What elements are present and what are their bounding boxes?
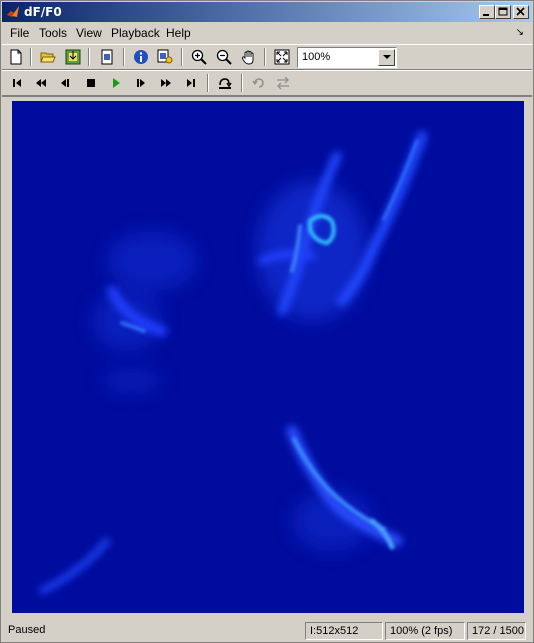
- zoom-out-icon: [216, 49, 232, 65]
- first-frame-button[interactable]: [7, 73, 27, 93]
- menu-bar: File Tools View Playback Help ↘: [2, 23, 532, 43]
- frame-image[interactable]: [12, 101, 524, 613]
- stop-button[interactable]: [81, 73, 101, 93]
- stop-icon: [87, 79, 95, 87]
- info-icon: [134, 50, 148, 64]
- open-folder-icon: [40, 52, 56, 63]
- frame-counter-cell: 172 / 1500: [467, 622, 526, 640]
- dock-arrow-icon[interactable]: ↘: [516, 27, 524, 38]
- main-toolbar: 100%: [2, 44, 532, 70]
- step-forward-button[interactable]: [131, 73, 151, 93]
- image-size-text: I:512x512: [310, 625, 359, 637]
- frame-counter-text: 172 / 1500: [472, 625, 524, 637]
- step-forward-icon: [137, 79, 145, 87]
- fluorescence-frame-image: [12, 101, 524, 613]
- fast-forward-button[interactable]: [156, 73, 176, 93]
- page-setup-icon: [101, 49, 113, 65]
- menu-tools[interactable]: Tools: [39, 26, 67, 40]
- toolbar-separator: [264, 48, 266, 66]
- toolbar-separator: [241, 74, 243, 92]
- playback-direction-button[interactable]: [273, 73, 293, 93]
- fit-to-window-button[interactable]: [272, 47, 292, 67]
- first-frame-icon: [13, 79, 21, 87]
- print-button[interactable]: [97, 47, 117, 67]
- loop-button[interactable]: [249, 73, 269, 93]
- zoom-fps-text: 100% (2 fps): [390, 625, 453, 637]
- chevron-down-icon: [383, 55, 391, 59]
- new-button[interactable]: [6, 47, 26, 67]
- zoom-fps-cell: 100% (2 fps): [385, 622, 465, 640]
- menu-playback[interactable]: Playback: [111, 26, 160, 40]
- swap-direction-icon: [277, 76, 289, 90]
- zoom-level-select[interactable]: 100%: [297, 47, 397, 68]
- menu-view[interactable]: View: [76, 26, 102, 40]
- pan-button[interactable]: [239, 47, 259, 67]
- play-icon: [113, 78, 120, 88]
- last-frame-button[interactable]: [181, 73, 201, 93]
- matlab-logo-icon: [7, 6, 19, 17]
- jump-to-frame-button[interactable]: [215, 73, 235, 93]
- movie-player-window: dF/F0 File Tools View Playback Help ↘ 10…: [0, 0, 534, 643]
- toolbar-separator: [207, 74, 209, 92]
- open-button[interactable]: [38, 47, 58, 67]
- playback-status: Paused: [8, 624, 46, 636]
- toolbar-separator: [88, 48, 90, 66]
- new-document-icon: [10, 49, 22, 65]
- step-back-button[interactable]: [55, 73, 75, 93]
- toolbar-separator: [123, 48, 125, 66]
- info-button[interactable]: [131, 47, 151, 67]
- toolbar-separator: [181, 48, 183, 66]
- maximize-button[interactable]: [495, 5, 511, 19]
- export-button[interactable]: [63, 47, 83, 67]
- last-frame-icon: [187, 79, 195, 87]
- close-icon: [516, 7, 525, 16]
- hand-icon: [241, 50, 254, 65]
- image-tool-icon: [157, 49, 173, 64]
- fast-forward-icon: [161, 79, 171, 87]
- minimize-icon: [483, 14, 489, 16]
- close-button[interactable]: [513, 5, 529, 19]
- zoom-in-icon: [191, 49, 207, 65]
- play-button[interactable]: [106, 73, 126, 93]
- loop-icon: [252, 78, 264, 88]
- zoom-in-button[interactable]: [189, 47, 209, 67]
- window-title: dF/F0: [24, 5, 62, 19]
- image-tool-button[interactable]: [155, 47, 175, 67]
- rewind-button[interactable]: [31, 73, 51, 93]
- status-bar: Paused I:512x512 100% (2 fps) 172 / 1500: [2, 620, 532, 642]
- minimize-button[interactable]: [479, 5, 495, 19]
- zoom-dropdown-button[interactable]: [378, 49, 395, 66]
- rewind-icon: [36, 79, 46, 87]
- playback-toolbar: [2, 70, 532, 96]
- fit-window-icon: [274, 49, 290, 65]
- step-back-icon: [61, 79, 69, 87]
- zoom-level-value: 100%: [302, 51, 331, 63]
- menu-help[interactable]: Help: [166, 26, 191, 40]
- title-bar[interactable]: dF/F0: [2, 2, 532, 22]
- menu-file[interactable]: File: [10, 26, 29, 40]
- jump-arrow-icon: [219, 78, 232, 89]
- maximize-icon: [498, 7, 508, 16]
- image-size-cell: I:512x512: [305, 622, 383, 640]
- export-icon: [65, 49, 81, 65]
- zoom-out-button[interactable]: [214, 47, 234, 67]
- toolbar-separator: [30, 48, 32, 66]
